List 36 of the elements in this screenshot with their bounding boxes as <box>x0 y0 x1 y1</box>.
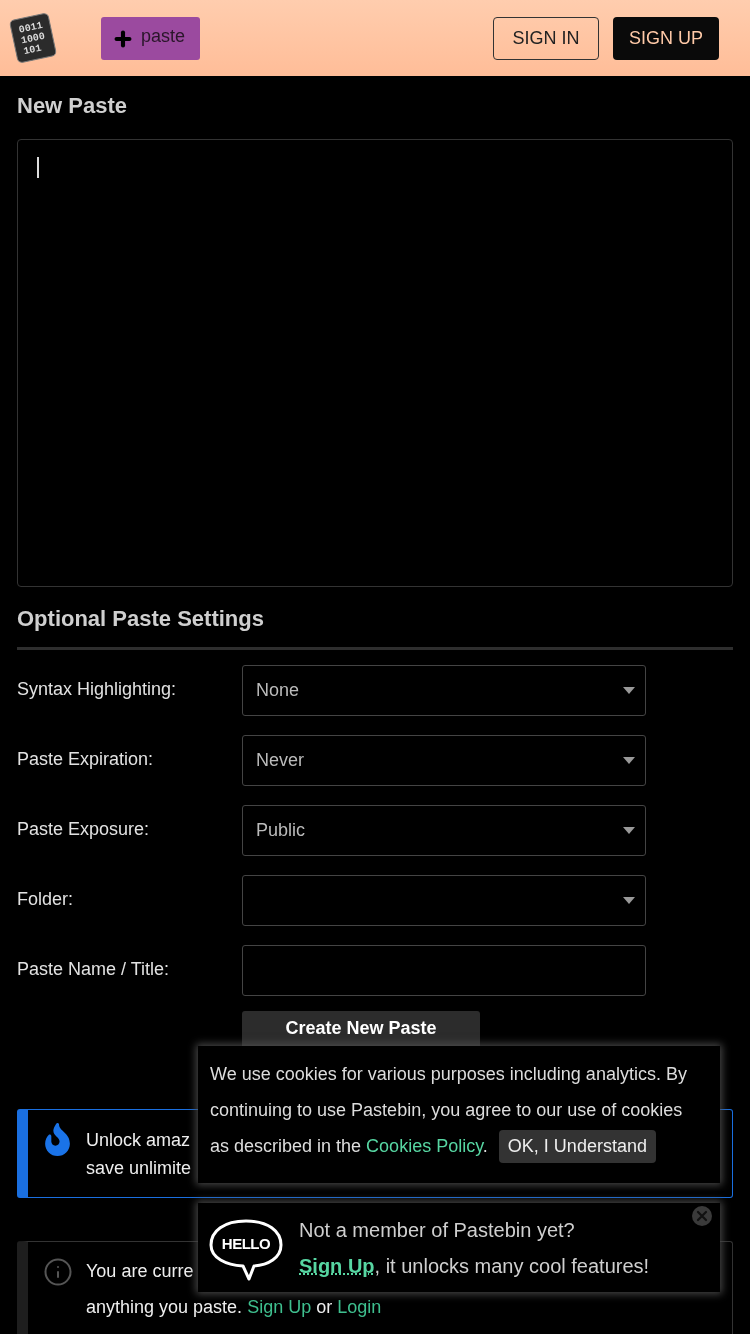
sign-up-button[interactable]: SIGN UP <box>613 16 719 60</box>
text-input[interactable] <box>242 945 646 996</box>
speech-bubble-icon <box>209 1218 283 1281</box>
notice-text: You are curre <box>86 1260 194 1283</box>
dropdown-select[interactable]: Never <box>242 735 646 786</box>
field-label: Paste Name / Title: <box>17 957 171 981</box>
field-label: Syntax Highlighting: <box>17 677 178 701</box>
dropdown-select[interactable] <box>242 875 646 926</box>
close-icon[interactable] <box>692 1206 712 1226</box>
notice-text: save unlimite <box>86 1157 192 1180</box>
bubble-text: HELLO <box>220 1233 272 1254</box>
section-title: New Paste <box>17 92 129 120</box>
dropdown-caret-icon <box>623 757 635 764</box>
notice-text: Unlock amaz <box>86 1129 191 1152</box>
dropdown-caret-icon <box>623 827 635 834</box>
logo-text: 0011 1000 101 <box>17 19 47 57</box>
login-link[interactable]: Login <box>337 1297 382 1317</box>
info-icon <box>43 1257 73 1287</box>
section-title: Optional Paste Settings <box>17 605 265 633</box>
logo-tile[interactable]: 0011 1000 101 <box>8 12 58 64</box>
field-label: Paste Exposure: <box>17 817 151 841</box>
dropdown-select[interactable]: Public <box>242 805 646 856</box>
notice-text: anything you paste. Sign Up or Login <box>86 1296 382 1319</box>
accept-cookies-button[interactable]: OK, I Understand <box>498 1130 656 1163</box>
dropdown-caret-icon <box>623 897 635 904</box>
sign-up-link[interactable]: Sign Up <box>299 1254 375 1277</box>
dropdown-select[interactable]: None <box>242 665 646 716</box>
cookies-policy-link[interactable]: Cookies Policy <box>366 1136 483 1156</box>
flame-icon <box>45 1123 70 1156</box>
signup-prompt-text: Sign Up, it unlocks many cool features! <box>299 1253 650 1279</box>
field-label: Folder: <box>17 887 75 911</box>
signup-prompt-title: Not a member of Pastebin yet? <box>299 1217 575 1243</box>
field-label: Paste Expiration: <box>17 747 155 771</box>
sign-in-button[interactable]: SIGN IN <box>493 16 599 60</box>
dropdown-caret-icon <box>623 687 635 694</box>
sign-up-link[interactable]: Sign Up <box>247 1297 312 1317</box>
